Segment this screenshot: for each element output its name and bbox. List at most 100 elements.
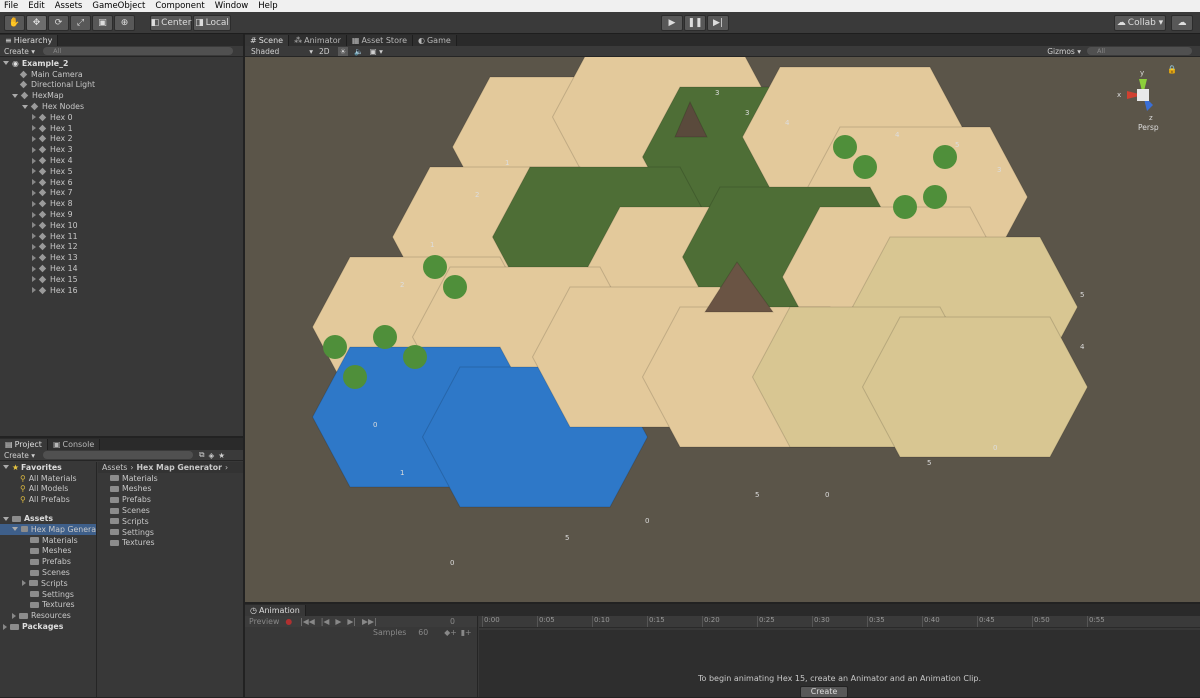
scene-tab[interactable]: # Scene (245, 35, 290, 46)
timeline-ruler[interactable]: 0:00 0:05 0:10 0:15 0:20 0:25 0:30 0:35 0:40 0:45… (479, 616, 1200, 628)
lock-icon[interactable]: 🔒 (1167, 65, 1177, 74)
hierarchy-item-hex[interactable]: Hex 16 (0, 285, 243, 296)
project-search-input[interactable] (43, 451, 194, 459)
hierarchy-item-hex[interactable]: Hex 5 (0, 166, 243, 177)
hierarchy-item-directional-light[interactable]: Directional Light (0, 80, 243, 91)
menu-assets[interactable]: Assets (55, 1, 83, 11)
packages-row[interactable]: Packages (0, 621, 96, 632)
breadcrumb-hex-map-generator[interactable]: Hex Map Generator (137, 463, 222, 472)
shading-mode-dropdown[interactable]: Shaded (251, 47, 279, 56)
hierarchy-item-hex[interactable]: Hex 6 (0, 177, 243, 188)
next-frame-icon[interactable]: ▶| (347, 617, 356, 626)
preview-toggle[interactable]: Preview (249, 617, 279, 626)
console-tab[interactable]: ▣ Console (47, 439, 101, 450)
label-icon[interactable]: ◈ (208, 451, 214, 460)
tree-materials[interactable]: Materials (0, 535, 96, 546)
scale-tool-button[interactable]: ⤢ (70, 15, 91, 31)
hierarchy-item-hex[interactable]: Hex 14 (0, 263, 243, 274)
hierarchy-item-hex[interactable]: Hex 1 (0, 123, 243, 134)
last-frame-icon[interactable]: ▶▶| (362, 617, 377, 626)
project-create-button[interactable]: Create ▾ (4, 451, 35, 460)
hierarchy-item-hex[interactable]: Hex 13 (0, 252, 243, 263)
frame-field[interactable]: 0 (450, 617, 455, 626)
add-keyframe-icon[interactable]: ◆+ (444, 628, 457, 637)
folder-item[interactable]: Settings (98, 527, 243, 538)
play-icon[interactable]: ▶ (335, 617, 341, 626)
assets-row[interactable]: Assets (0, 513, 96, 524)
gizmos-dropdown[interactable]: Gizmos ▾ (1047, 47, 1081, 56)
transform-tool-button[interactable]: ⊕ (114, 15, 135, 31)
favorites-row[interactable]: ★ Favorites (0, 462, 96, 473)
menu-gameobject[interactable]: GameObject (92, 1, 145, 11)
prev-frame-icon[interactable]: |◀ (321, 617, 330, 626)
tree-resources[interactable]: Resources (0, 610, 96, 621)
create-animation-button[interactable]: Create (800, 686, 848, 698)
menu-file[interactable]: File (4, 1, 18, 11)
hierarchy-item-hex[interactable]: Hex 3 (0, 144, 243, 155)
collab-button[interactable]: ☁ Collab ▾ (1114, 15, 1166, 31)
first-frame-icon[interactable]: |◀◀ (300, 617, 315, 626)
star-icon[interactable]: ★ (218, 451, 225, 460)
move-tool-button[interactable]: ✥ (26, 15, 47, 31)
folder-item[interactable]: Prefabs (98, 494, 243, 505)
menu-edit[interactable]: Edit (28, 1, 44, 11)
tree-meshes[interactable]: Meshes (0, 546, 96, 557)
fav-all-models[interactable]: ⚲ All Models (0, 484, 96, 495)
hierarchy-item-hex[interactable]: Hex 8 (0, 198, 243, 209)
hierarchy-item-hex[interactable]: Hex 15 (0, 274, 243, 285)
hierarchy-item-hex[interactable]: Hex 4 (0, 155, 243, 166)
hierarchy-item-hex[interactable]: Hex 0 (0, 112, 243, 123)
animation-tab[interactable]: ◷ Animation (245, 605, 306, 616)
samples-field[interactable]: 60 (418, 628, 428, 637)
hierarchy-item-hex-nodes[interactable]: Hex Nodes (0, 101, 243, 112)
game-tab[interactable]: ◐ Game (413, 35, 457, 46)
project-tab[interactable]: ▤ Project (0, 439, 48, 450)
asset-store-tab[interactable]: ▦ Asset Store (346, 35, 413, 46)
lighting-icon[interactable]: ☀ (337, 46, 349, 56)
step-button[interactable]: ▶| (707, 15, 729, 31)
tree-scenes[interactable]: Scenes (0, 567, 96, 578)
hierarchy-item-hex[interactable]: Hex 12 (0, 242, 243, 253)
animator-tab[interactable]: ⁂ Animator (289, 35, 347, 46)
hierarchy-item-hex[interactable]: Hex 11 (0, 231, 243, 242)
cloud-button[interactable]: ☁ (1171, 15, 1193, 31)
hierarchy-item-hex[interactable]: Hex 9 (0, 209, 243, 220)
folder-item[interactable]: Meshes (98, 484, 243, 495)
hierarchy-item-hex[interactable]: Hex 10 (0, 220, 243, 231)
rect-tool-button[interactable]: ▣ (92, 15, 113, 31)
fav-all-prefabs[interactable]: ⚲ All Prefabs (0, 494, 96, 505)
scene-root-row[interactable]: ◉ Example_2 (0, 58, 243, 69)
hierarchy-tab[interactable]: ≡ Hierarchy (0, 35, 59, 46)
rotate-tool-button[interactable]: ⟳ (48, 15, 69, 31)
hierarchy-item-hex[interactable]: Hex 2 (0, 134, 243, 145)
tree-settings[interactable]: Settings (0, 589, 96, 600)
tree-textures[interactable]: Textures (0, 600, 96, 611)
scene-search-input[interactable]: All (1087, 47, 1192, 55)
add-event-icon[interactable]: ▮+ (461, 628, 472, 637)
pivot-local-button[interactable]: ◨ Local (193, 15, 231, 31)
hierarchy-search-input[interactable]: All (43, 47, 234, 55)
2d-toggle[interactable]: 2D (319, 47, 330, 56)
folder-item[interactable]: Scripts (98, 516, 243, 527)
breadcrumb-assets[interactable]: Assets (102, 463, 127, 472)
filter-icon[interactable]: ⧉ (199, 450, 204, 460)
tree-scripts[interactable]: Scripts (0, 578, 96, 589)
tree-hex-map-generator[interactable]: Hex Map Genera (0, 523, 96, 535)
play-button[interactable]: ▶ (661, 15, 683, 31)
effects-icon[interactable]: ▣ ▾ (370, 47, 383, 56)
pivot-center-button[interactable]: ◧ Center (150, 15, 192, 31)
scene-viewport[interactable]: 121201050505054534343 y x z 🔒 Persp (245, 46, 1200, 602)
hierarchy-item-main-camera[interactable]: Main Camera (0, 69, 243, 80)
fav-all-materials[interactable]: ⚲ All Materials (0, 473, 96, 484)
pause-button[interactable]: ❚❚ (684, 15, 706, 31)
folder-item[interactable]: Textures (98, 538, 243, 549)
audio-icon[interactable]: 🔈 (354, 47, 363, 56)
tree-prefabs[interactable]: Prefabs (0, 556, 96, 567)
hierarchy-create-button[interactable]: Create ▾ (4, 47, 35, 56)
record-icon[interactable]: ● (285, 617, 292, 626)
menu-window[interactable]: Window (215, 1, 249, 11)
folder-item[interactable]: Scenes (98, 505, 243, 516)
folder-item[interactable]: Materials (98, 473, 243, 484)
menu-component[interactable]: Component (155, 1, 204, 11)
menu-help[interactable]: Help (258, 1, 277, 11)
